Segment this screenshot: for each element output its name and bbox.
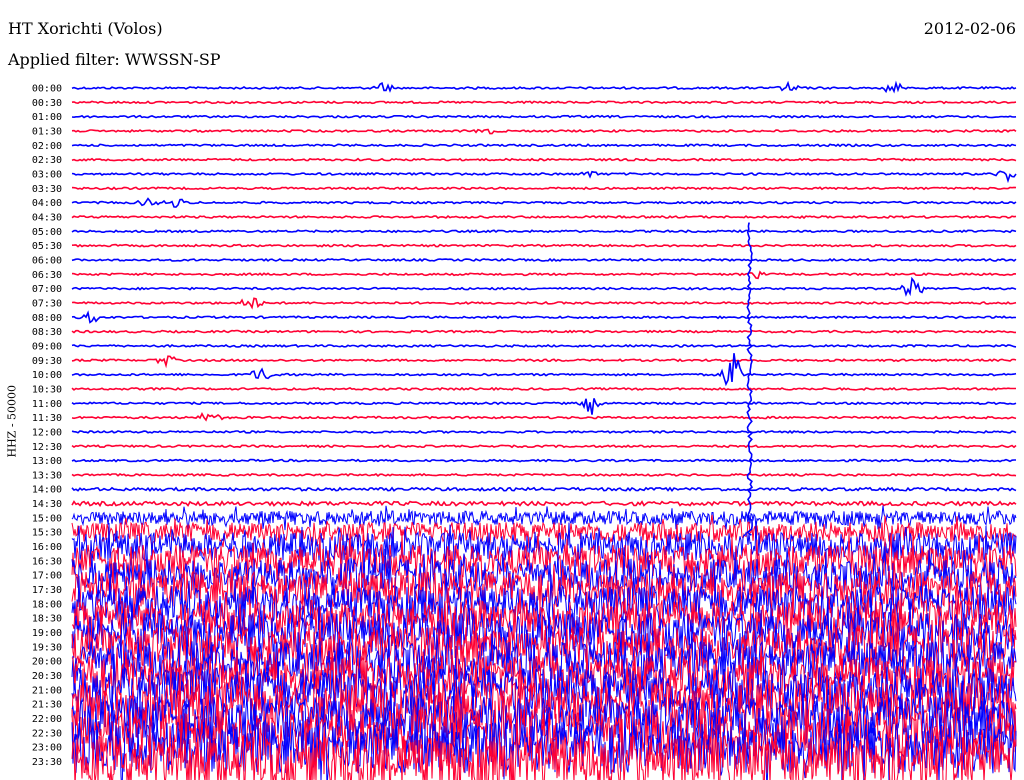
time-label: 13:00 (32, 456, 62, 467)
time-label: 06:30 (32, 270, 62, 281)
trace-row (71, 444, 1017, 449)
trace-row (71, 472, 1017, 478)
trace-row (71, 114, 1017, 119)
trace-row (71, 344, 1017, 348)
time-label: 21:00 (32, 685, 62, 696)
trace-row (71, 214, 1017, 220)
time-label: 19:30 (32, 642, 62, 653)
trace-row (71, 100, 1017, 105)
time-label: 03:00 (32, 169, 62, 180)
trace-row (71, 429, 1017, 434)
trace-row (71, 353, 1017, 387)
seismogram-traces (71, 80, 1017, 780)
trace-row (71, 197, 1017, 208)
time-label: 04:30 (32, 212, 62, 223)
time-label: 01:30 (32, 126, 62, 137)
trace-row (71, 270, 1017, 280)
time-label: 11:00 (32, 399, 62, 410)
time-label: 21:30 (32, 700, 62, 711)
trace-row (71, 486, 1017, 493)
time-axis-labels: 00:00 00:30 01:00 01:30 02:00 02:30 03:00 03:30… (32, 84, 62, 769)
time-label: 10:30 (32, 384, 62, 395)
time-label: 23:00 (32, 743, 62, 754)
time-label: 07:00 (32, 284, 62, 295)
time-label: 17:30 (32, 585, 62, 596)
time-label: 16:30 (32, 556, 62, 567)
time-label: 00:30 (32, 98, 62, 109)
time-label: 18:00 (32, 599, 62, 610)
trace-row (71, 128, 1017, 135)
time-label: 08:30 (32, 327, 62, 338)
trace-row (71, 276, 1017, 297)
time-label: 06:00 (32, 255, 62, 266)
time-label: 07:30 (32, 298, 62, 309)
trace-row (71, 310, 1017, 324)
trace-row (71, 80, 1017, 94)
time-label: 22:00 (32, 714, 62, 725)
time-label: 05:00 (32, 227, 62, 238)
trace-row (71, 500, 1017, 508)
trace-row (71, 186, 1017, 191)
time-label: 13:30 (32, 470, 62, 481)
trace-row (71, 329, 1016, 334)
time-label: 02:00 (32, 141, 62, 152)
time-label: 20:30 (32, 671, 62, 682)
trace-row (71, 412, 1017, 422)
trace-row (71, 297, 1017, 310)
time-label: 05:30 (32, 241, 62, 252)
time-label: 17:00 (32, 571, 62, 582)
time-label: 15:30 (32, 528, 62, 539)
time-label: 09:30 (32, 356, 62, 367)
time-label: 14:00 (32, 485, 62, 496)
time-label: 10:00 (32, 370, 62, 381)
trace-row (71, 398, 1017, 415)
time-label: 01:00 (32, 112, 62, 123)
trace-row (71, 355, 1017, 369)
time-label: 02:30 (32, 155, 62, 166)
time-label: 20:00 (32, 657, 62, 668)
time-label: 08:00 (32, 313, 62, 324)
time-label: 14:30 (32, 499, 62, 510)
seismogram-plot: 00:00 00:30 01:00 01:30 02:00 02:30 03:00 03:30… (32, 80, 1017, 780)
time-label: 15:00 (32, 513, 62, 524)
time-label: 03:30 (32, 184, 62, 195)
time-label: 22:30 (32, 728, 62, 739)
time-label: 23:30 (32, 757, 62, 768)
time-label: 18:30 (32, 614, 62, 625)
trace-row (71, 229, 1017, 234)
trace-row (71, 243, 1017, 248)
time-label: 16:00 (32, 542, 62, 553)
time-label: 09:00 (32, 341, 62, 352)
trace-row (71, 257, 1017, 262)
trace-row (71, 157, 1017, 162)
trace-row (71, 170, 1017, 184)
time-label: 12:00 (32, 427, 62, 438)
time-label: 00:00 (32, 84, 62, 95)
time-label: 04:00 (32, 198, 62, 209)
time-label: 12:30 (32, 442, 62, 453)
time-label: 19:00 (32, 628, 62, 639)
seismic-spike (746, 222, 754, 536)
time-label: 11:30 (32, 413, 62, 424)
trace-row (71, 143, 1017, 148)
trace-row (71, 386, 1016, 392)
trace-row (71, 458, 1016, 463)
